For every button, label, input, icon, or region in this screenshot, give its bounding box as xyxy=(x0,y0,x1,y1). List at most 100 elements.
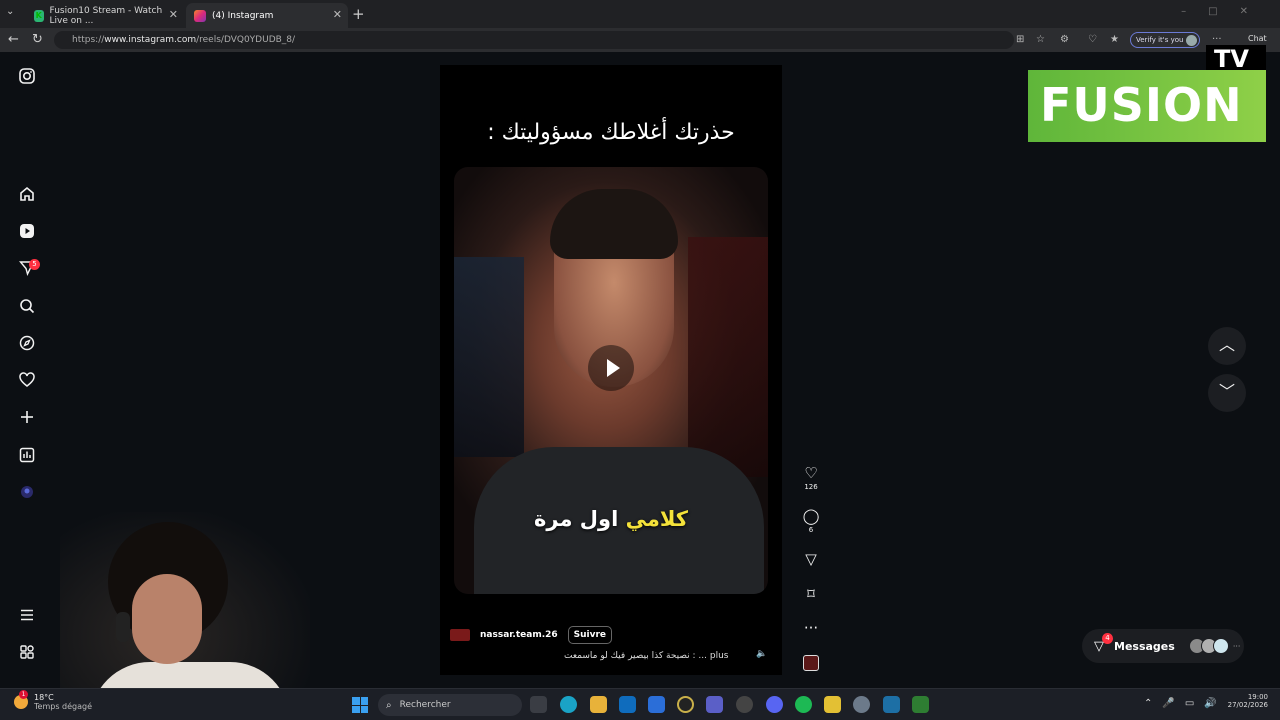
reel-video[interactable]: كلامي اول مرة xyxy=(454,167,768,594)
terminal-icon[interactable] xyxy=(912,696,929,713)
play-icon[interactable] xyxy=(588,345,634,391)
app-stack-icon[interactable] xyxy=(824,696,841,713)
stream-fusion-logo: FUSION xyxy=(1028,70,1266,142)
reels-icon[interactable] xyxy=(18,223,36,241)
task-view-icon[interactable] xyxy=(530,696,547,713)
app-icon[interactable] xyxy=(883,696,900,713)
subtitle-highlight: كلامي xyxy=(625,507,688,531)
windows-taskbar: 1 18°C Temps dégagé ⌕ Rechercher ⌃🎤▭🔊 19… xyxy=(0,688,1280,720)
instagram-logo-icon[interactable] xyxy=(18,68,36,86)
video-background-left xyxy=(454,257,524,457)
more-options-icon[interactable]: ··· xyxy=(1212,34,1222,45)
new-tab-icon[interactable]: + xyxy=(352,5,365,23)
url-path: /reels/DVQ0YDUDB_8/ xyxy=(196,35,296,45)
comment-bubble-icon[interactable]: ◯ xyxy=(800,508,822,524)
reload-icon[interactable]: ↻ xyxy=(32,32,43,47)
weather-description: Temps dégagé xyxy=(34,702,93,711)
settings-gear-icon[interactable] xyxy=(853,696,870,713)
browser-tab-bar: ⌄ K Fusion10 Stream - Watch Live on ... … xyxy=(0,0,1280,28)
tab-fusion10[interactable]: K Fusion10 Stream - Watch Live on ... ✕ xyxy=(26,3,184,28)
search-icon[interactable] xyxy=(18,298,36,316)
like-action[interactable]: ♡ 126 xyxy=(800,465,822,491)
steam-icon[interactable] xyxy=(736,696,753,713)
close-tab-icon[interactable]: ✕ xyxy=(169,8,178,21)
extensions-icon[interactable]: ⚙ xyxy=(1060,34,1069,45)
reel-caption-text: حذرتك أغلاطك مسؤوليتك : xyxy=(487,120,735,145)
tab-title: Fusion10 Stream - Watch Live on ... xyxy=(49,5,163,26)
notification-badge: 5 xyxy=(29,259,40,270)
tab-instagram[interactable]: (4) Instagram ✕ xyxy=(186,3,348,28)
search-placeholder: Rechercher xyxy=(399,700,451,710)
share-action[interactable]: ▽ xyxy=(800,551,822,567)
more-dots-icon[interactable]: ··· xyxy=(800,620,822,636)
save-action[interactable]: ⌑ xyxy=(800,586,822,602)
webcam-headset xyxy=(116,612,130,642)
search-icon: ⌕ xyxy=(386,699,392,711)
bookmark-icon[interactable]: ⌑ xyxy=(800,586,822,602)
weather-widget[interactable]: 1 18°C Temps dégagé xyxy=(14,690,93,711)
address-bar-row: ← ↻ https://www.instagram.com/reels/DVQ0… xyxy=(0,28,1280,52)
home-icon[interactable] xyxy=(18,186,36,204)
chevron-down-icon: ﹀ xyxy=(1218,382,1235,401)
more-action[interactable]: ··· xyxy=(800,620,822,636)
author-username[interactable]: nassar.team.26 xyxy=(480,630,558,640)
discord-icon[interactable] xyxy=(766,696,783,713)
messages-more: ··· xyxy=(1232,641,1241,651)
explore-compass-icon[interactable] xyxy=(18,335,36,353)
favorites-icon[interactable]: ★ xyxy=(1110,34,1119,45)
messages-label: Messages xyxy=(1114,639,1175,653)
volume-icon[interactable]: 🔈 xyxy=(756,649,767,659)
comment-count: 6 xyxy=(808,526,814,534)
create-plus-icon[interactable] xyxy=(18,409,36,427)
taskbar-clock[interactable]: 19:00 27/02/2026 xyxy=(1226,693,1268,709)
close-tab-icon[interactable]: ✕ xyxy=(333,8,342,21)
verify-profile-button[interactable]: Verify it's you xyxy=(1130,32,1201,48)
notifications-heart-icon[interactable] xyxy=(18,372,36,390)
author-avatar[interactable] xyxy=(450,629,470,641)
tab-list-chevron-icon[interactable]: ⌄ xyxy=(6,6,14,17)
back-icon[interactable]: ← xyxy=(8,32,19,47)
comment-action[interactable]: ◯ 6 xyxy=(800,508,822,534)
weather-temperature: 18°C xyxy=(34,693,54,702)
tab-title: (4) Instagram xyxy=(212,10,274,21)
spotify-icon[interactable] xyxy=(795,696,812,713)
copilot-chat-button[interactable]: Chat xyxy=(1248,34,1267,43)
audio-track-thumbnail[interactable] xyxy=(803,655,819,671)
url-field[interactable]: https://www.instagram.com/reels/DVQ0YDUD… xyxy=(54,31,1014,49)
windows-start-icon[interactable] xyxy=(352,697,368,713)
messages-badge: 4 xyxy=(1102,632,1113,644)
verify-label: Verify it's you xyxy=(1136,36,1184,44)
window-controls[interactable]: –□✕ xyxy=(1181,6,1270,17)
follow-button[interactable]: Suivre xyxy=(567,626,613,644)
instagram-favicon-icon xyxy=(194,9,206,22)
edge-browser-icon[interactable] xyxy=(560,696,577,713)
split-screen-icon[interactable]: ⊞ xyxy=(1016,34,1024,45)
reel-author-row: nassar.team.26 Suivre xyxy=(450,625,613,645)
dashboard-icon[interactable] xyxy=(18,447,36,465)
stream-tv-logo: TV xyxy=(1206,45,1266,73)
outlook-icon[interactable] xyxy=(619,696,636,713)
also-from-meta-icon[interactable] xyxy=(18,644,36,662)
chevron-up-icon: ︿ xyxy=(1218,335,1235,354)
profile-avatar[interactable] xyxy=(18,484,36,502)
browser-essentials-icon[interactable]: ♡ xyxy=(1088,34,1097,45)
more-menu-icon[interactable] xyxy=(18,607,36,625)
like-count: 126 xyxy=(804,483,818,491)
weather-sun-icon: 1 xyxy=(14,690,28,709)
tv-logo-text: TV xyxy=(1214,45,1249,73)
previous-reel-button[interactable]: ︿ xyxy=(1208,327,1246,365)
messages-button[interactable]: ▽ 4 Messages ··· xyxy=(1082,629,1244,663)
reel-description[interactable]: نصيحة كذا بيصير فيك لو ماسمعت : ... plus xyxy=(564,651,728,661)
share-paper-plane-icon[interactable]: ▽ xyxy=(800,551,822,567)
reel-player[interactable]: حذرتك أغلاطك مسؤوليتك : كلامي اول مرة na… xyxy=(440,65,782,675)
file-explorer-icon[interactable] xyxy=(590,696,607,713)
system-tray[interactable]: ⌃🎤▭🔊 xyxy=(1144,698,1227,709)
favorite-star-icon[interactable]: ☆ xyxy=(1036,34,1045,45)
next-reel-button[interactable]: ﹀ xyxy=(1208,374,1246,412)
clock-time: 19:00 xyxy=(1247,693,1268,701)
like-heart-icon[interactable]: ♡ xyxy=(800,465,822,481)
teams-icon[interactable] xyxy=(706,696,723,713)
store-icon[interactable] xyxy=(648,696,665,713)
app-icon[interactable] xyxy=(677,696,694,713)
taskbar-search[interactable]: ⌕ Rechercher xyxy=(378,694,522,716)
